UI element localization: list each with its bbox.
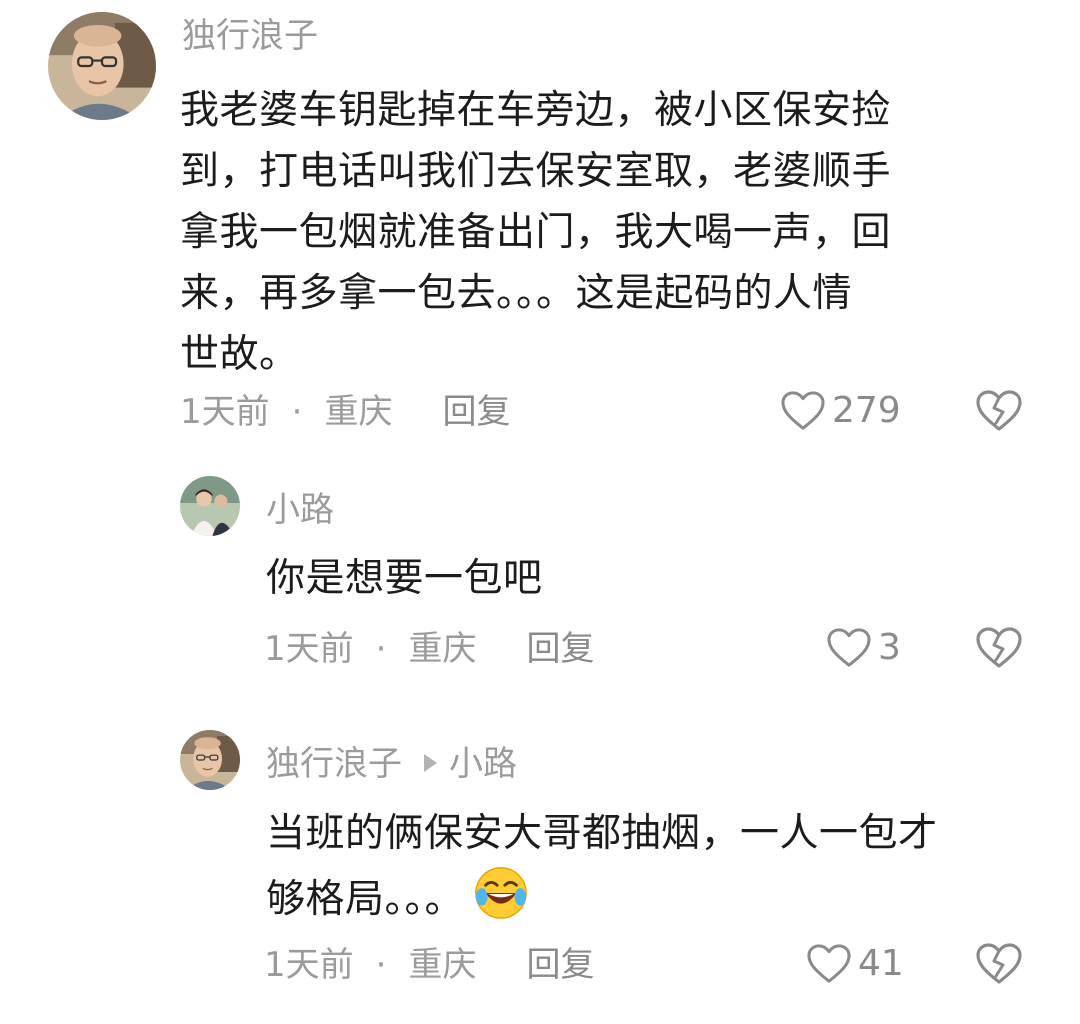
comment-text-line: 我老婆车钥匙掉在车旁边，被小区保安捡 bbox=[180, 88, 892, 133]
comment-text-line: 够格局。。。 bbox=[266, 877, 465, 922]
heart-outline-icon bbox=[781, 391, 825, 430]
comment-text-line: 拿我一包烟就准备出门，我大喝一声，回 bbox=[180, 210, 892, 255]
comment-text: 我老婆车钥匙掉在车旁边，被小区保安捡 到，打电话叫我们去保安室取，老婆顺手 拿我… bbox=[180, 80, 1040, 385]
avatar[interactable] bbox=[48, 12, 156, 120]
comment-username[interactable]: 小路 bbox=[266, 490, 334, 530]
like-count: 41 bbox=[858, 943, 904, 984]
separator-dot: · bbox=[375, 629, 387, 669]
like-button[interactable]: 41 bbox=[806, 943, 904, 985]
broken-heart-icon bbox=[976, 627, 1022, 668]
dislike-button[interactable] bbox=[975, 626, 1023, 670]
comment-text-line: 来，再多拿一包去。。。这是起码的人情 bbox=[180, 271, 853, 316]
comment-text: 你是想要一包吧 bbox=[266, 548, 1026, 609]
dislike-button[interactable] bbox=[975, 389, 1023, 433]
comment-location: 重庆 bbox=[408, 629, 477, 669]
comment-text: 当班的俩保安大哥都抽烟，一人一包才 够格局。。。 bbox=[266, 803, 1046, 930]
comment-text-line: 当班的俩保安大哥都抽烟，一人一包才 bbox=[266, 811, 938, 856]
dislike-button[interactable] bbox=[975, 942, 1023, 986]
comment-username-line: 独行浪子 小路 bbox=[266, 744, 517, 784]
comment-meta: 1天前 · 重庆 回复 bbox=[180, 392, 510, 432]
comment-time: 1天前 bbox=[264, 629, 354, 669]
reply-target-username[interactable]: 小路 bbox=[449, 744, 517, 784]
avatar[interactable] bbox=[180, 730, 240, 790]
comment-time: 1天前 bbox=[264, 945, 354, 985]
like-button[interactable]: 3 bbox=[826, 627, 901, 669]
comment-time: 1天前 bbox=[180, 392, 270, 432]
comment-meta: 1天前 · 重庆 回复 bbox=[264, 945, 594, 985]
like-count: 3 bbox=[878, 627, 901, 668]
reply-button[interactable]: 回复 bbox=[526, 945, 594, 985]
comment-text-line: 到，打电话叫我们去保安室取，老婆顺手 bbox=[180, 149, 892, 194]
comment-meta: 1天前 · 重庆 回复 bbox=[264, 629, 594, 669]
comment-location: 重庆 bbox=[324, 392, 393, 432]
rofl-emoji-icon bbox=[475, 867, 527, 919]
comment-location: 重庆 bbox=[408, 945, 477, 985]
reply-button[interactable]: 回复 bbox=[526, 629, 594, 669]
comment-text-line: 世故。 bbox=[180, 332, 299, 377]
comment-username[interactable]: 独行浪子 bbox=[182, 16, 318, 56]
separator-dot: · bbox=[291, 392, 303, 432]
like-button[interactable]: 279 bbox=[780, 390, 901, 432]
comment-text-line: 你是想要一包吧 bbox=[266, 556, 543, 601]
reply-button[interactable]: 回复 bbox=[442, 392, 510, 432]
broken-heart-icon bbox=[976, 390, 1022, 431]
triangle-right-icon bbox=[424, 754, 437, 772]
heart-outline-icon bbox=[827, 628, 871, 667]
comment-text-line-with-emoji: 够格局。。。 bbox=[266, 864, 1046, 930]
avatar[interactable] bbox=[180, 476, 240, 536]
heart-outline-icon bbox=[807, 944, 851, 983]
separator-dot: · bbox=[375, 945, 387, 985]
like-count: 279 bbox=[832, 390, 901, 431]
broken-heart-icon bbox=[976, 943, 1022, 984]
comment-username[interactable]: 独行浪子 bbox=[266, 744, 402, 784]
